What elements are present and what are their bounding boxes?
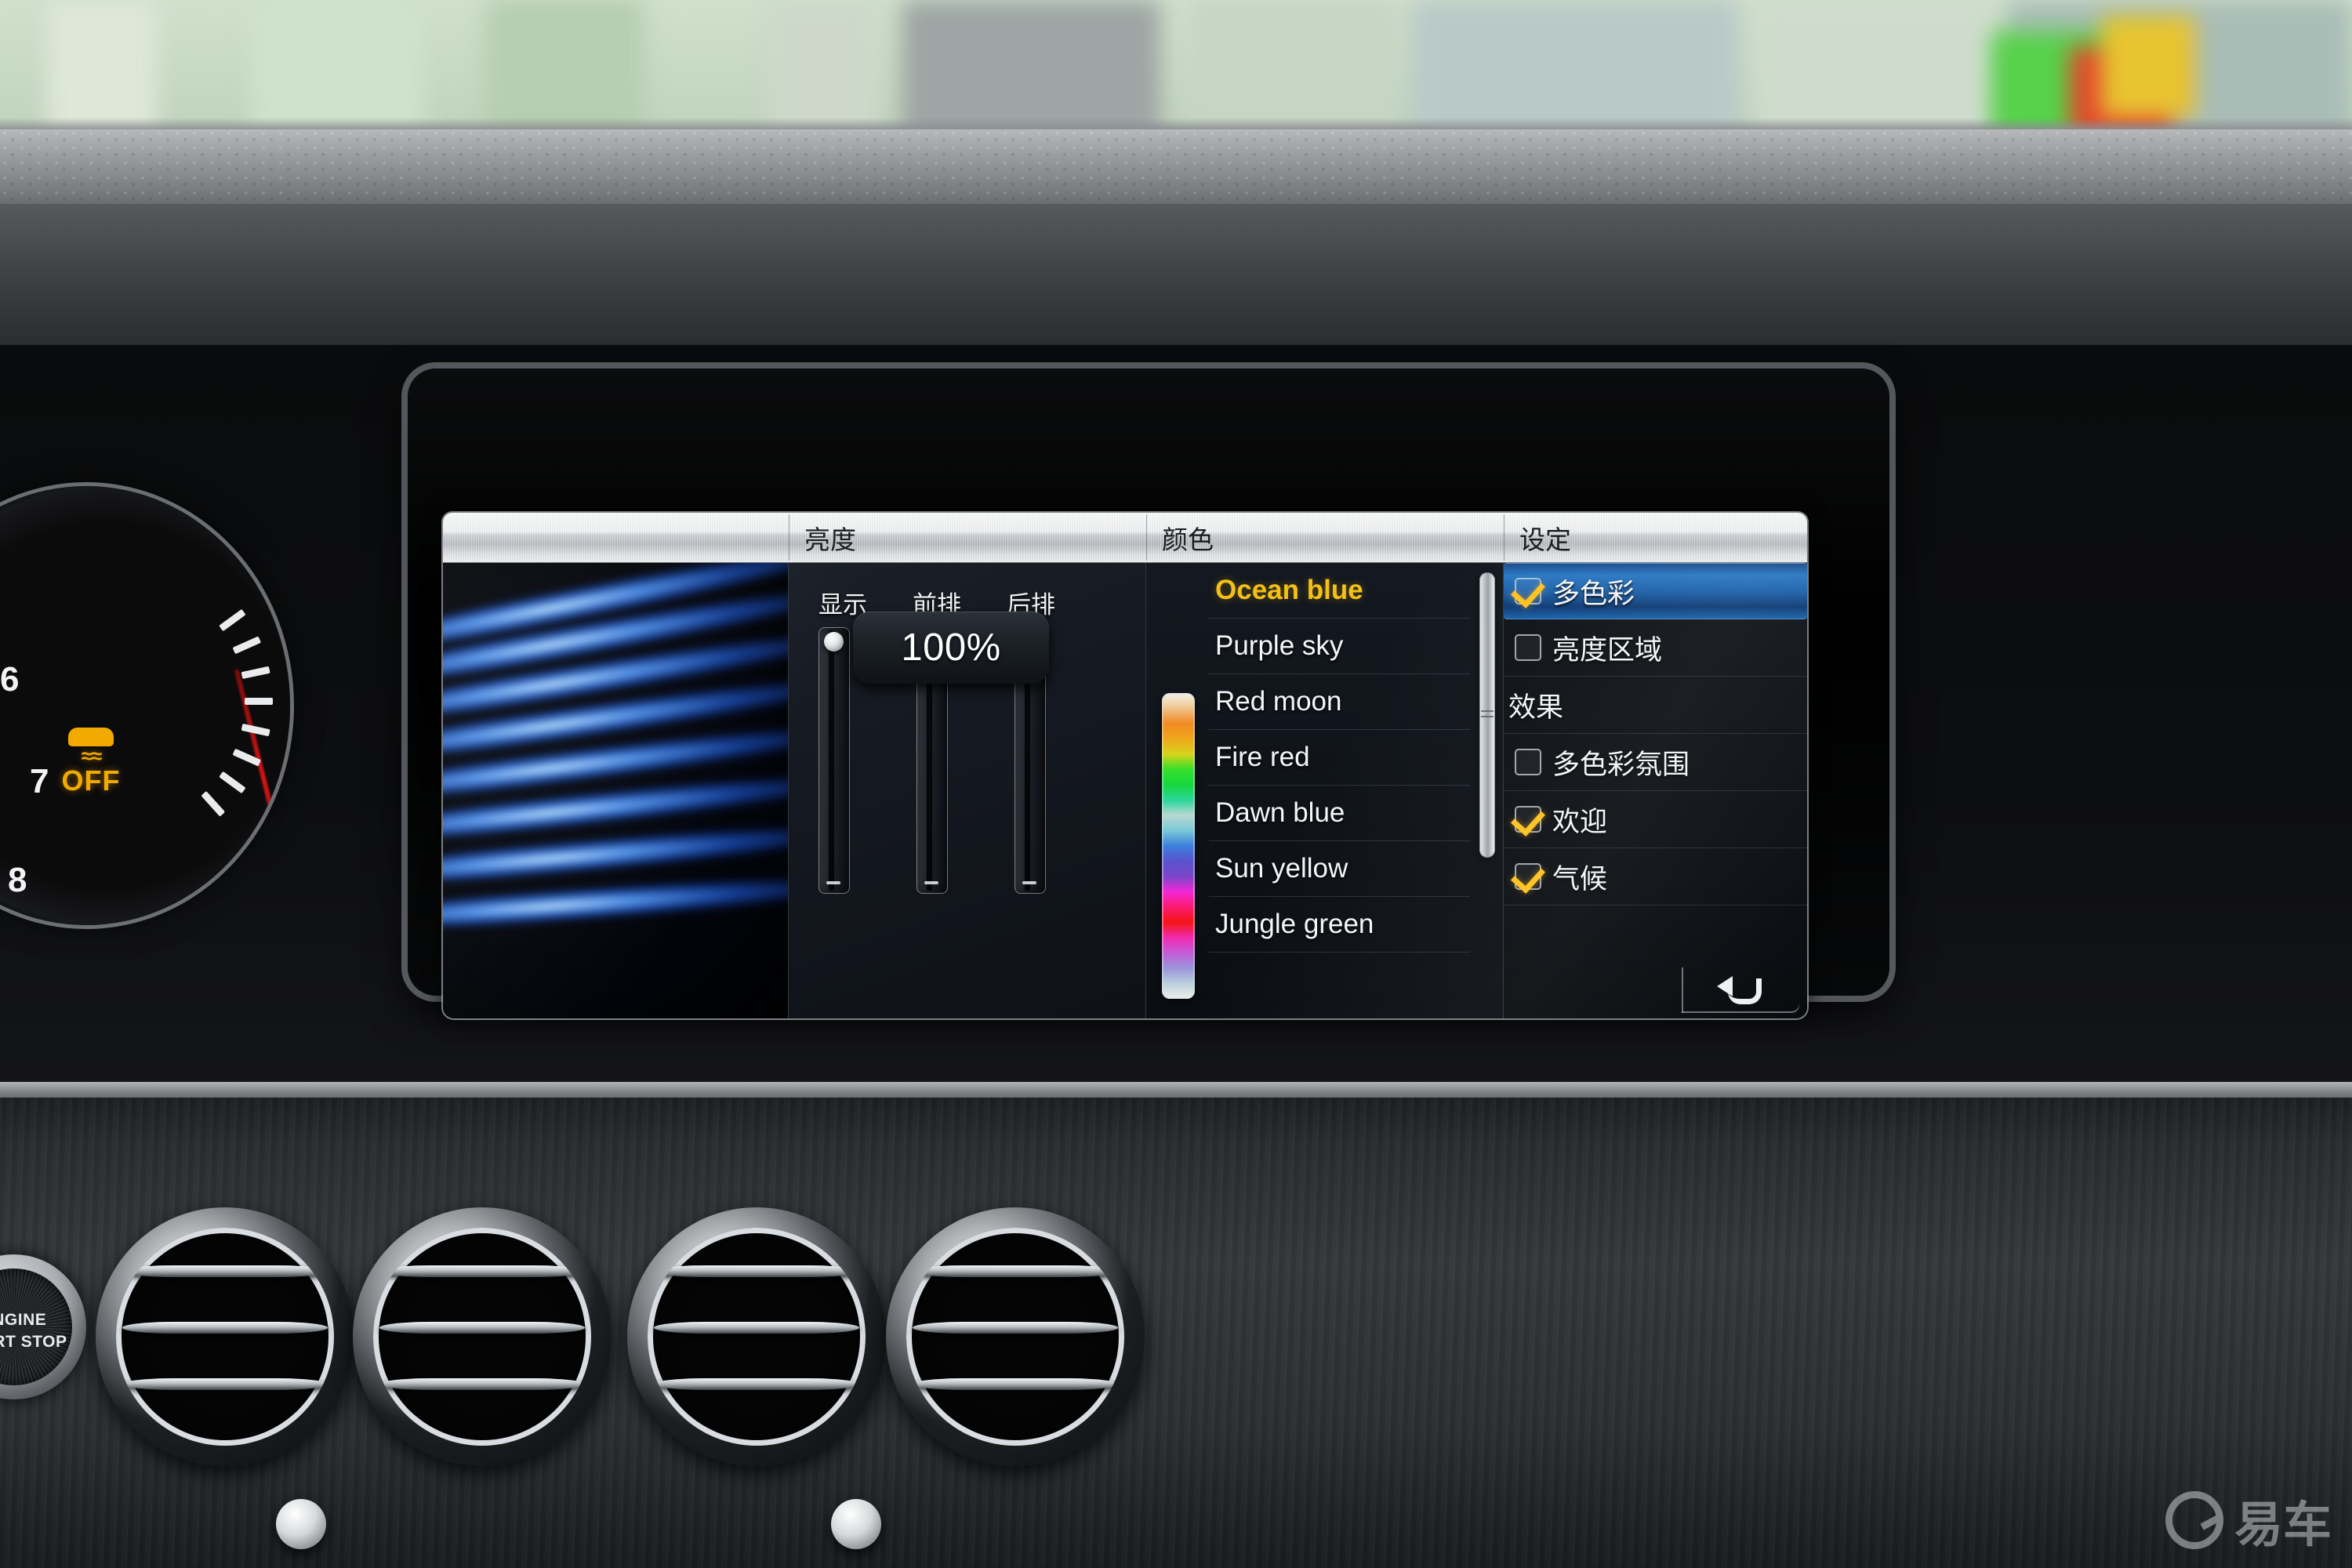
settings-item-label: 气候 xyxy=(1552,863,1608,895)
ambient-animation-preview xyxy=(443,563,788,1018)
tab-settings[interactable]: 设定 xyxy=(1504,513,1807,562)
settings-list-item[interactable]: 多色彩氛围 xyxy=(1504,734,1807,791)
settings-pane: 多色彩亮度区域效果多色彩氛围欢迎气候 xyxy=(1504,563,1807,1018)
checkbox-unchecked-icon[interactable] xyxy=(1515,634,1541,661)
watermark: 易车 xyxy=(2165,1485,2332,1555)
color-list-scrollbar[interactable] xyxy=(1479,572,1495,858)
tab-animation[interactable] xyxy=(443,513,804,562)
settings-list-item[interactable]: 亮度区域 xyxy=(1504,619,1807,677)
settings-item-label: 效果 xyxy=(1508,691,1564,723)
color-list-item[interactable]: Red moon xyxy=(1209,674,1470,730)
color-list-item[interactable]: Sun yellow xyxy=(1209,841,1470,897)
ambient-lighting-app: 亮度 颜色 设定 显示 前排 后排 100% Ocean blue Purple… xyxy=(443,513,1807,1018)
settings-item-label: 多色彩氛围 xyxy=(1552,749,1690,780)
dashboard-leather-trim xyxy=(0,129,2352,204)
checkbox-checked-icon[interactable] xyxy=(1515,578,1541,604)
esp-skid-marks-icon: ≈≈ xyxy=(81,744,103,768)
tach-number-6: 6 xyxy=(0,660,20,699)
tach-number-8: 8 xyxy=(8,861,27,899)
color-list-item-label: Jungle green xyxy=(1215,909,1374,939)
color-list-item-label: Ocean blue xyxy=(1215,575,1363,605)
color-list-item-label: Red moon xyxy=(1215,686,1342,717)
settings-list-item[interactable]: 气候 xyxy=(1504,848,1807,906)
screenshot-root: 6 7 8 ≈≈ OFF ENGINESTART STOP xyxy=(0,0,2352,1568)
settings-list: 多色彩亮度区域效果多色彩氛围欢迎气候 xyxy=(1504,563,1807,906)
color-list-item[interactable]: Ocean blue xyxy=(1209,563,1470,619)
settings-list-item[interactable]: 欢迎 xyxy=(1504,791,1807,848)
settings-list-item[interactable]: 多色彩 xyxy=(1504,563,1807,619)
brightness-value-bubble: 100% xyxy=(853,612,1049,684)
tab-bar: 亮度 颜色 设定 xyxy=(443,513,1807,563)
brightness-knob-display[interactable] xyxy=(824,632,844,652)
color-list: Ocean blue Purple sky Red moon Fire red Dawn… xyxy=(1209,563,1470,1018)
brightness-slider-display[interactable] xyxy=(818,627,850,894)
color-list-item[interactable]: Fire red xyxy=(1209,730,1470,786)
checkbox-unchecked-icon[interactable] xyxy=(1515,749,1541,775)
settings-group-header: 效果 xyxy=(1504,677,1807,734)
esp-off-warning-light: ≈≈ OFF xyxy=(44,728,138,797)
settings-item-label: 欢迎 xyxy=(1552,806,1608,837)
air-vent-1[interactable] xyxy=(96,1207,354,1466)
color-list-item-label: Purple sky xyxy=(1215,630,1344,661)
back-button[interactable] xyxy=(1682,967,1799,1013)
color-list-item[interactable]: Jungle green xyxy=(1209,897,1470,953)
watermark-text: 易车 xyxy=(2234,1498,2332,1552)
color-gradient-preview xyxy=(1162,693,1195,999)
color-list-item-label: Fire red xyxy=(1215,742,1310,772)
air-vent-3[interactable] xyxy=(627,1207,886,1466)
air-vent-knob-1[interactable] xyxy=(276,1499,326,1549)
esp-off-label: OFF xyxy=(61,764,121,797)
settings-item-label: 亮度区域 xyxy=(1552,634,1663,666)
color-pane: Ocean blue Purple sky Red moon Fire red Dawn… xyxy=(1146,563,1503,1018)
tab-brightness[interactable]: 亮度 xyxy=(789,513,1162,562)
engine-start-stop-label: ENGINESTART STOP xyxy=(0,1311,67,1352)
back-arrow-icon xyxy=(1717,976,1764,1004)
air-vent-2[interactable] xyxy=(353,1207,612,1466)
checkbox-checked-icon[interactable] xyxy=(1515,806,1541,833)
yiche-logo-icon xyxy=(2165,1491,2223,1549)
air-vent-knob-2[interactable] xyxy=(831,1499,881,1549)
settings-item-label: 多色彩 xyxy=(1552,578,1635,609)
color-list-item-label: Sun yellow xyxy=(1215,853,1348,884)
color-list-item-label: Dawn blue xyxy=(1215,797,1345,828)
tab-color[interactable]: 颜色 xyxy=(1146,513,1519,562)
color-list-item[interactable]: Dawn blue xyxy=(1209,786,1470,841)
brightness-pane: 显示 前排 后排 100% xyxy=(789,563,1145,1018)
color-list-item[interactable]: Purple sky xyxy=(1209,619,1470,674)
app-body: 显示 前排 后排 100% Ocean blue Purple sky Red … xyxy=(443,563,1807,1018)
air-vent-4[interactable] xyxy=(886,1207,1145,1466)
checkbox-checked-icon[interactable] xyxy=(1515,863,1541,890)
